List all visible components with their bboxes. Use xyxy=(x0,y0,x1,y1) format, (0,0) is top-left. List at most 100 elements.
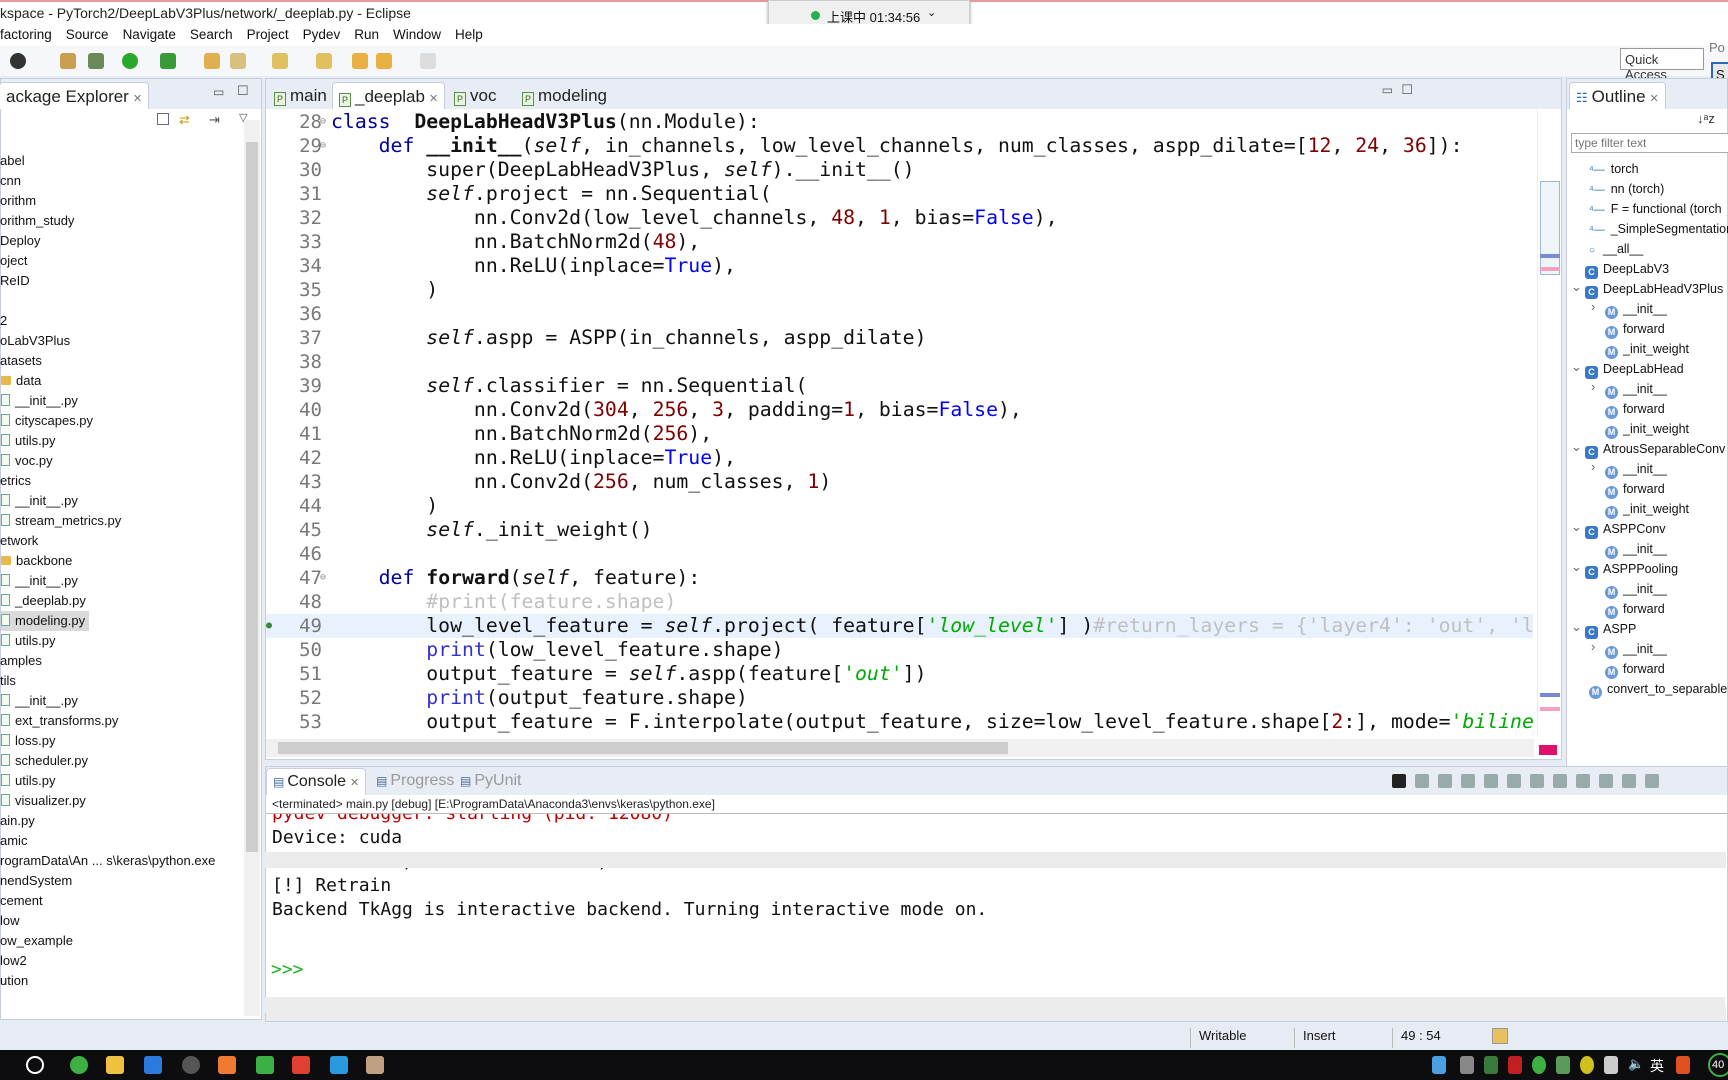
tree-item[interactable]: ext_transforms.py xyxy=(1,711,122,731)
fold-icon[interactable]: ⊖ xyxy=(320,134,326,158)
app-icon[interactable] xyxy=(366,1056,384,1074)
close-icon[interactable]: ✕ xyxy=(133,93,142,105)
console-prompt[interactable]: >>> xyxy=(271,959,304,980)
scroll-lock-icon[interactable] xyxy=(1553,774,1567,788)
outline-item[interactable]: › M __init__ xyxy=(1591,639,1667,659)
tree-item[interactable]: tils xyxy=(0,671,16,691)
outline-item[interactable]: C DeepLabV3 xyxy=(1585,259,1669,279)
new-project-icon[interactable] xyxy=(60,53,76,69)
tab-main[interactable]: Pmain xyxy=(268,82,333,109)
prev-annotation-icon[interactable] xyxy=(316,53,332,69)
menu-item[interactable]: factoring xyxy=(0,24,52,42)
tray-icon[interactable] xyxy=(1484,1056,1498,1074)
tray-icon[interactable] xyxy=(1580,1056,1594,1074)
tray-icon[interactable] xyxy=(1532,1056,1546,1074)
back-icon[interactable] xyxy=(376,53,392,69)
tree-item[interactable]: ReID xyxy=(0,271,30,291)
close-icon[interactable]: ✕ xyxy=(1650,93,1659,105)
outline-item[interactable]: M _init_weight xyxy=(1605,499,1689,519)
ruler-marker[interactable] xyxy=(1540,267,1560,271)
outline-item[interactable]: Mforward xyxy=(1605,479,1665,499)
clock-badge[interactable]: 40 xyxy=(1708,1053,1728,1077)
volume-icon[interactable]: 🔈 xyxy=(1628,1056,1644,1074)
editor-horizontal-scrollbar[interactable] xyxy=(266,739,1534,757)
stop-icon[interactable] xyxy=(1415,774,1429,788)
outline-item[interactable]: M _init_weight xyxy=(1605,419,1689,439)
outline-item[interactable]: ⁴— nn (torch) xyxy=(1589,179,1664,199)
tree-item[interactable]: nendSystem xyxy=(0,871,72,891)
maximize-icon[interactable]: ☐ xyxy=(237,83,249,99)
maximize-icon[interactable]: ☐ xyxy=(1401,82,1413,98)
word-wrap-icon[interactable] xyxy=(1530,774,1544,788)
ruler-viewport[interactable] xyxy=(1540,181,1560,275)
menu-item[interactable]: Search xyxy=(190,24,233,42)
heap-icon[interactable] xyxy=(1492,1028,1508,1044)
tree-item[interactable]: utils.py xyxy=(1,431,59,451)
tree-item[interactable]: ain.py xyxy=(0,811,35,831)
show-err-icon[interactable] xyxy=(1599,774,1613,788)
powerpoint-icon[interactable] xyxy=(218,1056,236,1074)
menu-item[interactable]: Pydev xyxy=(303,24,341,42)
pin-icon[interactable] xyxy=(1484,774,1498,788)
tree-item[interactable]: data xyxy=(1,371,45,391)
expand-icon[interactable]: ⌄ xyxy=(1571,617,1582,637)
pin-console-icon[interactable] xyxy=(1622,774,1636,788)
tree-item[interactable]: __init__.py xyxy=(1,491,82,511)
run-icon[interactable] xyxy=(122,53,138,69)
tree-item[interactable]: __init__.py xyxy=(1,571,82,591)
tree-item[interactable]: etrics xyxy=(0,471,31,491)
tree-item[interactable]: loss.py xyxy=(1,731,59,751)
breakpoint-icon[interactable]: ● xyxy=(266,614,272,638)
tree-item[interactable]: orithm_study xyxy=(0,211,74,231)
tree-item[interactable]: etwork xyxy=(0,531,38,551)
search-icon[interactable] xyxy=(230,53,246,69)
tree-item[interactable]: amples xyxy=(0,651,42,671)
remove-icon[interactable] xyxy=(1438,774,1452,788)
console-scrollbar[interactable] xyxy=(265,852,1725,868)
ime-indicator[interactable]: 英 xyxy=(1650,1056,1664,1076)
expand-icon[interactable]: › xyxy=(1591,297,1595,317)
menu-item[interactable]: Project xyxy=(247,24,289,42)
app-icon[interactable] xyxy=(292,1056,310,1074)
file-explorer-icon[interactable] xyxy=(106,1056,124,1074)
app-icon[interactable] xyxy=(144,1056,162,1074)
outline-item[interactable]: › M __init__ xyxy=(1591,459,1667,479)
filter-icon[interactable]: ⇥ xyxy=(209,112,220,128)
minimize-icon[interactable]: ▭ xyxy=(1382,83,1393,97)
expand-icon[interactable]: ⌄ xyxy=(1571,437,1582,457)
tree-item[interactable]: __init__.py xyxy=(1,391,82,411)
tree-item[interactable]: utils.py xyxy=(1,631,59,651)
collapse-all-icon[interactable] xyxy=(157,113,169,125)
ruler-marker[interactable] xyxy=(1540,693,1560,697)
tree-item[interactable]: scheduler.py xyxy=(1,751,92,771)
show-out-icon[interactable] xyxy=(1576,774,1590,788)
outline-item[interactable]: Mforward xyxy=(1605,319,1665,339)
tree-item[interactable]: amic xyxy=(0,831,27,851)
tab-progress[interactable]: ▤ Progress xyxy=(370,768,460,795)
tree-item[interactable]: _deeplab.py xyxy=(1,591,90,611)
tree-item[interactable]: cement xyxy=(0,891,43,911)
overview-ruler[interactable] xyxy=(1537,109,1560,737)
menu-item[interactable]: Navigate xyxy=(123,24,176,42)
debug-icon[interactable] xyxy=(88,53,104,69)
browser-icon[interactable] xyxy=(70,1056,88,1074)
tree-item[interactable]: orithm xyxy=(0,191,36,211)
console-output[interactable]: pydev debugger: starting (pid: 12080) Dev… xyxy=(266,813,1727,983)
outline-item[interactable]: Mforward xyxy=(1605,599,1665,619)
expand-icon[interactable]: ⌄ xyxy=(1571,557,1582,577)
tab-voc[interactable]: Pvoc xyxy=(448,82,502,109)
menu-item[interactable]: Window xyxy=(393,24,441,42)
package-scrollbar[interactable] xyxy=(244,120,260,1016)
outline-item[interactable]: ⌄ C ASPPConv xyxy=(1571,519,1666,539)
open-type-icon[interactable] xyxy=(204,53,220,69)
outline-item[interactable]: › M __init__ xyxy=(1591,299,1667,319)
minimize-icon[interactable]: ▭ xyxy=(213,85,224,99)
tab-package-explorer[interactable]: ackage Explorer ✕ xyxy=(0,82,150,109)
search-icon[interactable] xyxy=(26,1056,44,1074)
tree-item[interactable]: voc.py xyxy=(1,451,57,471)
outline-item[interactable]: Mconvert_to_separable xyxy=(1589,679,1727,699)
tree-item[interactable]: low xyxy=(0,911,20,931)
outline-item[interactable]: Mforward xyxy=(1605,399,1665,419)
sogou-icon[interactable] xyxy=(1676,1056,1690,1074)
outline-item[interactable]: Mforward xyxy=(1605,659,1665,679)
